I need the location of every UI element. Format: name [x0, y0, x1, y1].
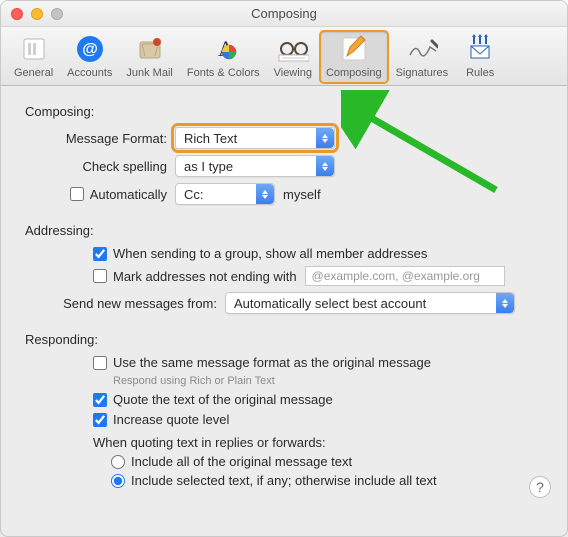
send-from-select[interactable]: Automatically select best account — [225, 292, 515, 314]
select-arrows-icon — [496, 293, 514, 313]
auto-cc-select[interactable]: Cc: — [175, 183, 275, 205]
check-spelling-label: Check spelling — [35, 159, 175, 174]
content-area: Composing: Message Format: Rich Text Che… — [1, 86, 567, 512]
window-title: Composing — [1, 6, 567, 21]
radio-include-selected-label: Include selected text, if any; otherwise… — [131, 473, 437, 488]
addressing-heading: Addressing: — [25, 223, 549, 238]
group-addresses-label: When sending to a group, show all member… — [113, 246, 427, 261]
viewing-icon — [277, 33, 309, 65]
same-format-label: Use the same message format as the origi… — [113, 355, 431, 370]
fonts-colors-icon: A — [207, 33, 239, 65]
signatures-icon — [406, 33, 438, 65]
check-spelling-select[interactable]: as I type — [175, 155, 335, 177]
auto-cc-checkbox[interactable] — [70, 187, 84, 201]
auto-cc-label: Automatically — [90, 187, 167, 202]
preferences-window: Composing General @ Accounts Junk Mail — [0, 0, 568, 537]
help-button[interactable]: ? — [529, 476, 551, 498]
auto-cc-trailing: myself — [283, 187, 321, 202]
increase-quote-checkbox[interactable] — [93, 413, 107, 427]
mark-not-ending-label: Mark addresses not ending with — [113, 269, 297, 284]
composing-heading: Composing: — [25, 104, 549, 119]
tab-fonts-colors[interactable]: A Fonts & Colors — [181, 31, 266, 83]
tab-composing[interactable]: Composing — [320, 31, 388, 83]
tab-accounts[interactable]: @ Accounts — [61, 31, 118, 83]
quote-text-checkbox[interactable] — [93, 393, 107, 407]
select-arrows-icon — [316, 128, 334, 148]
mark-not-ending-checkbox[interactable] — [93, 269, 107, 283]
quoting-subheading: When quoting text in replies or forwards… — [35, 435, 549, 450]
send-from-label: Send new messages from: — [35, 296, 225, 311]
mark-not-ending-field[interactable]: @example.com, @example.org — [305, 266, 505, 286]
select-arrows-icon — [256, 184, 274, 204]
accounts-icon: @ — [74, 33, 106, 65]
junk-mail-icon — [134, 33, 166, 65]
radio-include-selected[interactable] — [111, 474, 125, 488]
increase-quote-label: Increase quote level — [113, 412, 229, 427]
quote-text-label: Quote the text of the original message — [113, 392, 333, 407]
responding-heading: Responding: — [25, 332, 549, 347]
radio-include-all[interactable] — [111, 455, 125, 469]
same-format-sublabel: Respond using Rich or Plain Text — [35, 375, 549, 387]
group-addresses-checkbox[interactable] — [93, 247, 107, 261]
tab-rules[interactable]: Rules — [456, 31, 504, 83]
general-icon — [18, 33, 50, 65]
rules-icon — [464, 33, 496, 65]
tab-general[interactable]: General — [8, 31, 59, 83]
svg-text:@: @ — [82, 41, 98, 58]
titlebar: Composing — [1, 1, 567, 27]
same-format-checkbox[interactable] — [93, 356, 107, 370]
select-arrows-icon — [316, 156, 334, 176]
tab-signatures[interactable]: Signatures — [390, 31, 455, 83]
tab-viewing[interactable]: Viewing — [268, 31, 318, 83]
message-format-select[interactable]: Rich Text — [175, 127, 335, 149]
message-format-label: Message Format: — [35, 131, 175, 146]
tab-junk-mail[interactable]: Junk Mail — [120, 31, 178, 83]
radio-include-all-label: Include all of the original message text — [131, 454, 352, 469]
composing-icon — [338, 33, 370, 65]
preferences-toolbar: General @ Accounts Junk Mail A Fonts & C… — [1, 27, 567, 86]
